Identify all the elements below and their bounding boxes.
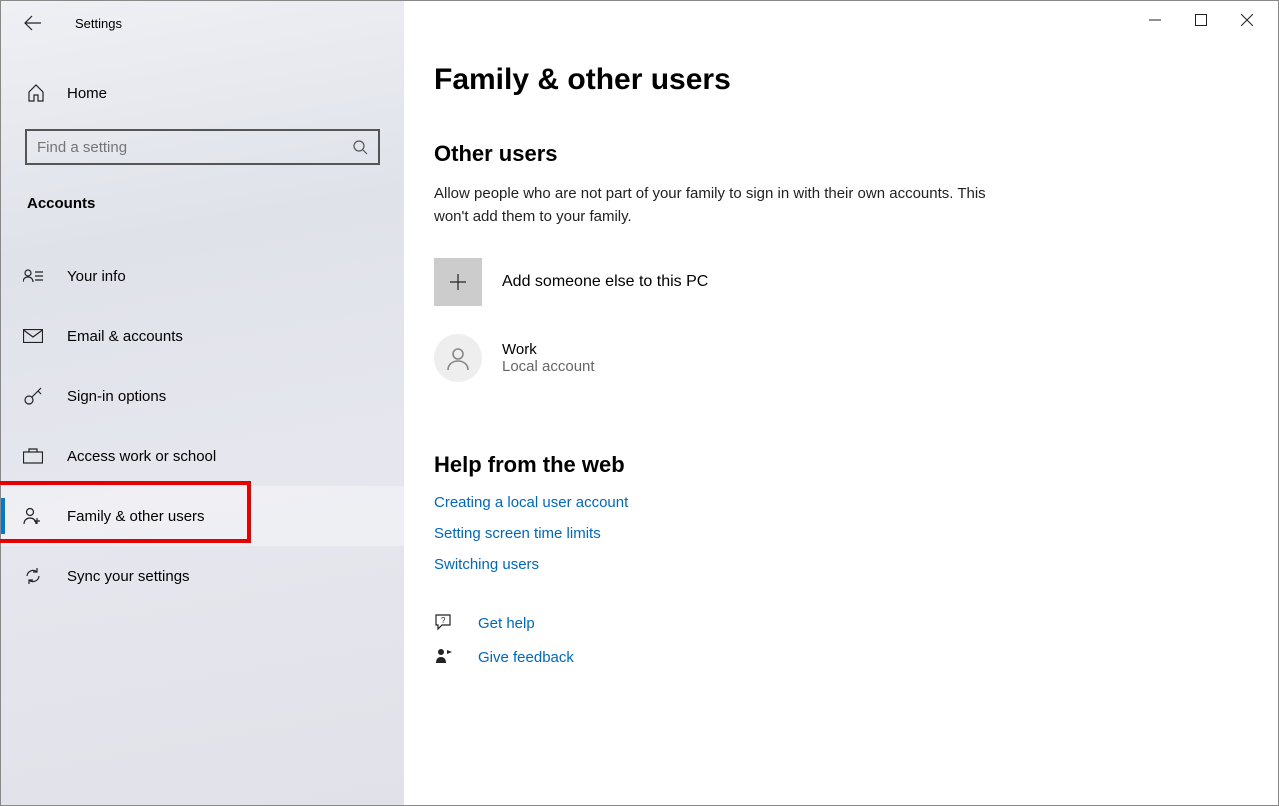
briefcase-icon	[23, 446, 43, 466]
help-link-create-account[interactable]: Creating a local user account	[434, 494, 628, 511]
mail-icon	[23, 326, 43, 346]
feedback-icon	[434, 647, 454, 667]
get-help-link[interactable]: Get help	[478, 615, 535, 632]
sidebar-item-email-accounts[interactable]: Email & accounts	[1, 306, 404, 366]
help-link-switching-users[interactable]: Switching users	[434, 556, 539, 573]
search-icon	[352, 139, 368, 155]
search-input-container[interactable]	[25, 129, 380, 165]
close-icon	[1241, 14, 1253, 26]
arrow-left-icon	[24, 14, 42, 32]
home-icon	[27, 84, 45, 102]
page-title: Family & other users	[434, 63, 1242, 97]
sync-icon	[23, 566, 43, 586]
back-button[interactable]	[21, 11, 45, 35]
maximize-icon	[1195, 14, 1207, 26]
home-nav[interactable]: Home	[1, 65, 404, 121]
sidebar-item-label: Family & other users	[67, 508, 205, 525]
sidebar-item-label: Sync your settings	[67, 568, 190, 585]
sidebar-item-label: Sign-in options	[67, 388, 166, 405]
sidebar: Settings Home Accounts Your info Email &…	[1, 1, 404, 805]
avatar	[434, 334, 482, 382]
user-name: Work	[502, 341, 595, 358]
search-input[interactable]	[37, 139, 352, 156]
sidebar-item-label: Access work or school	[67, 448, 216, 465]
user-type: Local account	[502, 358, 595, 375]
sidebar-item-label: Email & accounts	[67, 328, 183, 345]
person-card-icon	[23, 266, 43, 286]
main-panel: Family & other users Other users Allow p…	[404, 1, 1278, 805]
window-title: Settings	[75, 16, 122, 31]
plus-icon	[448, 272, 468, 292]
sidebar-item-family-other-users[interactable]: Family & other users	[1, 486, 404, 546]
add-user-label: Add someone else to this PC	[502, 273, 708, 291]
add-user-button[interactable]: Add someone else to this PC	[434, 258, 1242, 306]
other-users-description: Allow people who are not part of your fa…	[434, 183, 994, 228]
give-feedback-link[interactable]: Give feedback	[478, 649, 574, 666]
chat-help-icon: ?	[434, 613, 454, 633]
people-icon	[23, 506, 43, 526]
maximize-button[interactable]	[1178, 5, 1224, 35]
help-heading: Help from the web	[434, 452, 1242, 478]
other-users-heading: Other users	[434, 141, 1242, 167]
person-icon	[444, 344, 472, 372]
sidebar-item-sign-in-options[interactable]: Sign-in options	[1, 366, 404, 426]
minimize-button[interactable]	[1132, 5, 1178, 35]
sidebar-section-title: Accounts	[1, 165, 404, 222]
close-button[interactable]	[1224, 5, 1270, 35]
sidebar-nav: Your info Email & accounts Sign-in optio…	[1, 246, 404, 606]
plus-tile	[434, 258, 482, 306]
key-icon	[23, 386, 43, 406]
minimize-icon	[1149, 14, 1161, 26]
home-label: Home	[67, 85, 107, 102]
svg-text:?: ?	[441, 616, 446, 625]
sidebar-item-sync-settings[interactable]: Sync your settings	[1, 546, 404, 606]
sidebar-item-label: Your info	[67, 268, 126, 285]
help-link-screen-time[interactable]: Setting screen time limits	[434, 525, 601, 542]
sidebar-item-access-work-school[interactable]: Access work or school	[1, 426, 404, 486]
user-account-row[interactable]: Work Local account	[434, 334, 1242, 382]
sidebar-item-your-info[interactable]: Your info	[1, 246, 404, 306]
